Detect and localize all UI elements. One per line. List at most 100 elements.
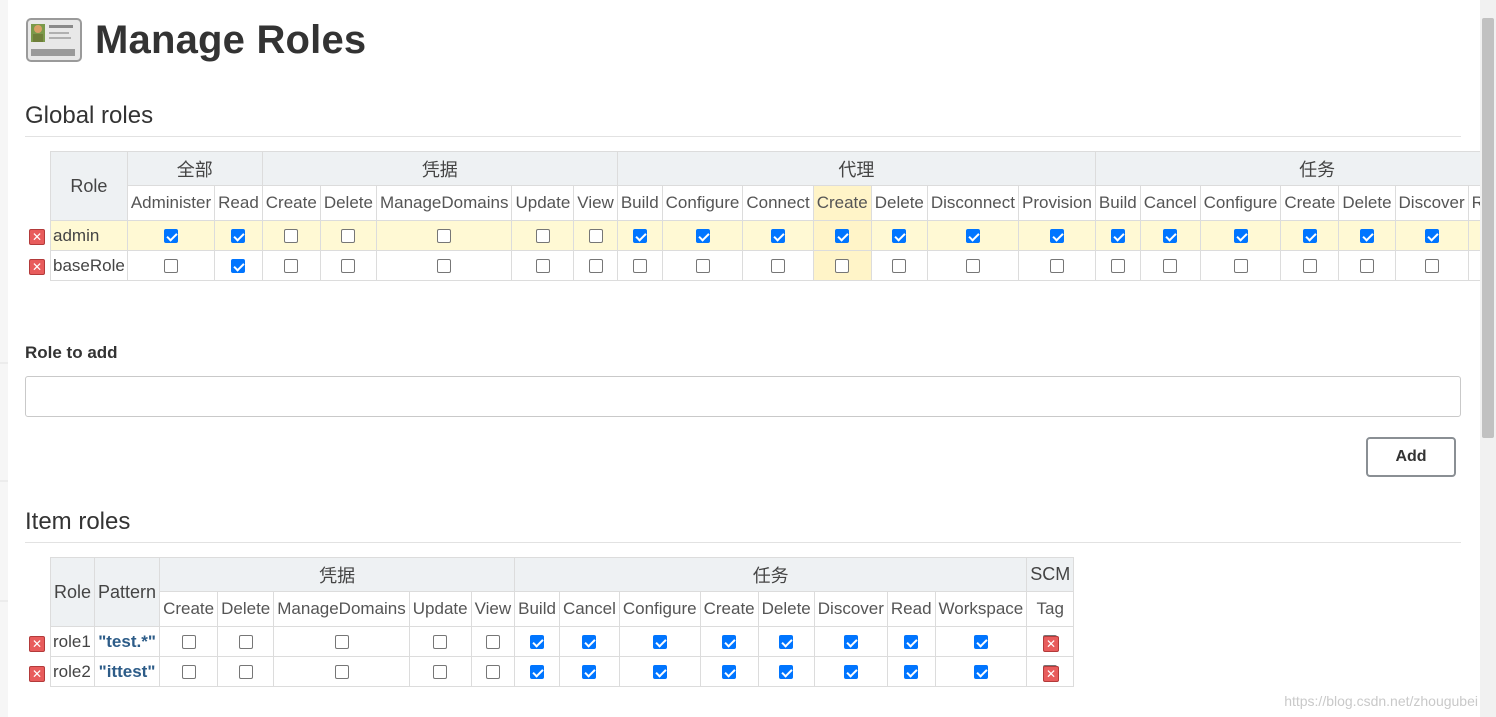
permission-checkbox[interactable]: [771, 229, 786, 244]
column-header-role: Role: [49, 557, 96, 627]
permission-cell: [1394, 250, 1469, 281]
permission-checkbox[interactable]: [341, 259, 356, 274]
permission-cell: [408, 626, 472, 657]
permission-checkbox[interactable]: [1163, 229, 1178, 244]
scrollbar-thumb[interactable]: [1482, 18, 1494, 438]
permission-checkbox[interactable]: [892, 229, 907, 244]
permission-cell: [470, 626, 516, 657]
global-roles-title: Global roles: [25, 102, 1461, 137]
permission-checkbox[interactable]: [1302, 229, 1317, 244]
permission-checkbox[interactable]: [530, 665, 545, 680]
permission-checkbox[interactable]: [965, 259, 980, 274]
permission-checkbox[interactable]: [163, 259, 178, 274]
role-to-add-input[interactable]: [25, 376, 1461, 417]
permission-checkbox[interactable]: [843, 635, 858, 650]
permission-checkbox[interactable]: [632, 229, 647, 244]
permission-checkbox[interactable]: [284, 229, 299, 244]
permission-checkbox[interactable]: [835, 259, 850, 274]
delete-role-icon[interactable]: [1043, 636, 1059, 652]
permission-checkbox[interactable]: [904, 665, 919, 680]
permission-checkbox[interactable]: [695, 229, 710, 244]
pattern-value[interactable]: "test.*": [98, 632, 156, 651]
permission-cell: [1017, 220, 1096, 251]
permission-cell: [511, 250, 575, 281]
permission-checkbox[interactable]: [588, 229, 603, 244]
permission-checkbox[interactable]: [722, 635, 737, 650]
permission-checkbox[interactable]: [1359, 259, 1374, 274]
permission-checkbox[interactable]: [181, 665, 196, 680]
permission-checkbox[interactable]: [485, 665, 500, 680]
global-roles-table-container[interactable]: Role 全部 凭据 代理 任务 Administer Read Create Delete…: [50, 151, 1480, 285]
permission-checkbox[interactable]: [341, 229, 356, 244]
permission-checkbox[interactable]: [1110, 229, 1125, 244]
permission-checkbox[interactable]: [973, 635, 988, 650]
permission-checkbox[interactable]: [843, 665, 858, 680]
permission-checkbox[interactable]: [530, 635, 545, 650]
permission-checkbox[interactable]: [535, 229, 550, 244]
permission-checkbox[interactable]: [582, 635, 597, 650]
permission-checkbox[interactable]: [904, 635, 919, 650]
permission-checkbox[interactable]: [231, 259, 246, 274]
permission-checkbox[interactable]: [973, 665, 988, 680]
permission-cell: [375, 250, 513, 281]
permission-checkbox[interactable]: [1424, 229, 1439, 244]
permission-checkbox[interactable]: [652, 635, 667, 650]
global-roles-table: Role 全部 凭据 代理 任务 Administer Read Create Delete…: [50, 151, 1480, 281]
permission-header-disconnect: Disconnect: [926, 185, 1019, 221]
permission-checkbox[interactable]: [695, 259, 710, 274]
permission-checkbox[interactable]: [1110, 259, 1125, 274]
delete-role-icon[interactable]: [29, 229, 45, 245]
permission-checkbox[interactable]: [284, 259, 299, 274]
delete-role-icon[interactable]: [29, 666, 45, 682]
permission-checkbox[interactable]: [892, 259, 907, 274]
permission-checkbox[interactable]: [779, 665, 794, 680]
permission-cell: [1094, 220, 1141, 251]
permission-checkbox[interactable]: [779, 635, 794, 650]
permission-header-create: Create: [1280, 185, 1340, 221]
permission-checkbox[interactable]: [238, 665, 253, 680]
sidebar-divider: [0, 600, 8, 602]
permission-checkbox[interactable]: [433, 635, 448, 650]
permission-checkbox[interactable]: [582, 665, 597, 680]
permission-checkbox[interactable]: [722, 665, 737, 680]
permission-checkbox[interactable]: [1233, 259, 1248, 274]
permission-checkbox[interactable]: [1359, 229, 1374, 244]
permission-checkbox[interactable]: [1302, 259, 1317, 274]
permission-checkbox[interactable]: [652, 665, 667, 680]
permission-cell: [870, 220, 928, 251]
permission-checkbox[interactable]: [231, 229, 246, 244]
role-name: role1: [49, 626, 96, 657]
add-role-button[interactable]: Add: [1366, 437, 1456, 477]
permission-checkbox[interactable]: [771, 259, 786, 274]
permission-checkbox[interactable]: [835, 229, 850, 244]
permission-header-provision: Provision: [1017, 185, 1096, 221]
permission-checkbox[interactable]: [1424, 259, 1439, 274]
permission-checkbox[interactable]: [334, 665, 349, 680]
permission-checkbox[interactable]: [1233, 229, 1248, 244]
permission-cell: [661, 220, 744, 251]
permission-checkbox[interactable]: [588, 259, 603, 274]
permission-checkbox[interactable]: [1049, 259, 1064, 274]
permission-checkbox[interactable]: [163, 229, 178, 244]
permission-checkbox[interactable]: [485, 635, 500, 650]
permission-checkbox[interactable]: [437, 259, 452, 274]
delete-role-icon[interactable]: [29, 636, 45, 652]
permission-checkbox[interactable]: [965, 229, 980, 244]
permission-checkbox[interactable]: [1049, 229, 1064, 244]
permission-checkbox[interactable]: [334, 635, 349, 650]
permission-header-tag: Tag: [1026, 591, 1075, 627]
permission-cell: [1280, 250, 1340, 281]
pattern-value[interactable]: "ittest": [99, 662, 156, 681]
permission-checkbox[interactable]: [535, 259, 550, 274]
permission-checkbox[interactable]: [181, 635, 196, 650]
permission-checkbox[interactable]: [632, 259, 647, 274]
permission-cell: [214, 250, 263, 281]
delete-role-icon[interactable]: [1043, 666, 1059, 682]
scrollbar[interactable]: [1480, 0, 1496, 717]
permission-checkbox[interactable]: [433, 665, 448, 680]
permission-checkbox[interactable]: [437, 229, 452, 244]
permission-checkbox[interactable]: [1163, 259, 1178, 274]
group-header: 凭据: [159, 557, 516, 592]
delete-role-icon[interactable]: [29, 259, 45, 275]
permission-checkbox[interactable]: [238, 635, 253, 650]
